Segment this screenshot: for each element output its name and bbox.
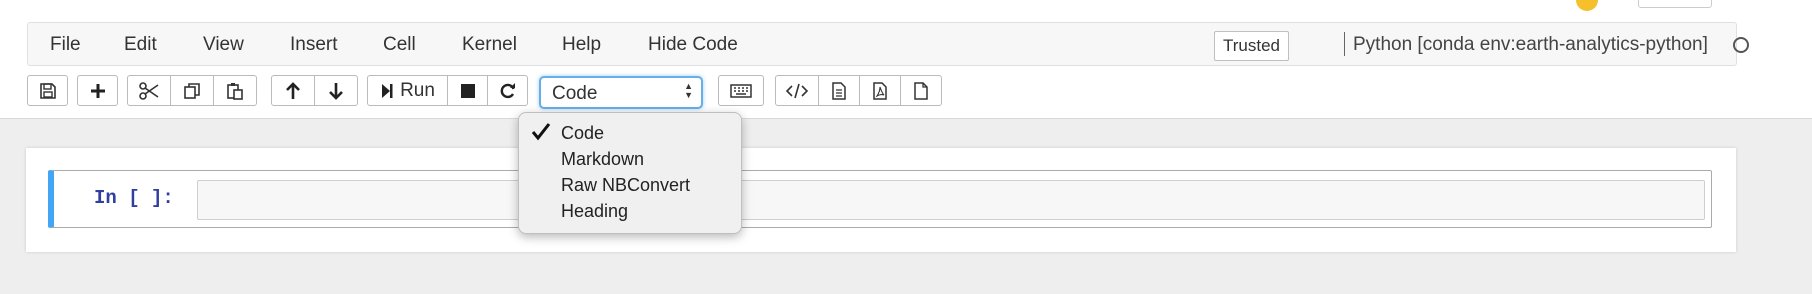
- code-icon: [786, 83, 808, 98]
- move-down-button[interactable]: [314, 75, 358, 106]
- plus-icon: [90, 83, 105, 98]
- input-prompt: In [ ]:: [94, 187, 174, 209]
- cell-type-select[interactable]: Code ▲ ▼: [539, 76, 703, 109]
- run-label: Run: [400, 79, 435, 101]
- dropdown-option-code[interactable]: Code: [561, 123, 604, 144]
- cut-button[interactable]: [127, 75, 171, 106]
- paste-button[interactable]: [213, 75, 257, 106]
- interrupt-button[interactable]: [447, 75, 488, 106]
- copy-icon: [184, 82, 200, 99]
- menubar: File Edit View Insert Cell Kernel Help H…: [27, 22, 1749, 66]
- export-html-button[interactable]: [818, 75, 860, 106]
- menu-hide-code[interactable]: Hide Code: [648, 34, 738, 56]
- menu-cell[interactable]: Cell: [383, 34, 416, 56]
- trusted-indicator[interactable]: Trusted: [1214, 31, 1290, 61]
- dropdown-option-markdown[interactable]: Markdown: [561, 149, 644, 170]
- select-arrows-icon: ▲ ▼: [684, 81, 693, 100]
- menu-view[interactable]: View: [203, 34, 244, 56]
- stop-icon: [460, 83, 475, 98]
- cell-type-value: Code: [552, 83, 598, 104]
- paste-icon: [227, 82, 243, 100]
- kernel-separator: [1344, 32, 1345, 56]
- kernel-name[interactable]: Python [conda env:earth-analytics-python…: [1353, 34, 1708, 56]
- menu-edit[interactable]: Edit: [124, 34, 157, 56]
- pdf-icon: [873, 81, 887, 100]
- step-forward-icon: [382, 83, 393, 98]
- code-input-area[interactable]: [197, 180, 1705, 220]
- notebook-container: In [ ]:: [26, 148, 1736, 252]
- arrow-up-icon: [286, 81, 300, 99]
- keyboard-icon: [730, 83, 752, 98]
- menu-insert[interactable]: Insert: [290, 34, 338, 56]
- new-blank-button[interactable]: [900, 75, 942, 106]
- kernel-status-icon: [1733, 37, 1749, 53]
- logout-button[interactable]: [1638, 0, 1712, 8]
- document-icon: [832, 81, 846, 100]
- notification-icon[interactable]: [1576, 0, 1598, 11]
- export-pdf-button[interactable]: [859, 75, 901, 106]
- menu-file[interactable]: File: [50, 34, 81, 56]
- copy-button[interactable]: [170, 75, 214, 106]
- menu-kernel[interactable]: Kernel: [462, 34, 517, 56]
- scissors-icon: [139, 81, 159, 100]
- command-palette-button[interactable]: [718, 75, 764, 106]
- browser-top-strip: [0, 0, 1812, 20]
- dropdown-option-raw-nbconvert[interactable]: Raw NBConvert: [561, 175, 690, 196]
- save-icon: [39, 82, 56, 99]
- restart-icon: [500, 82, 515, 98]
- show-code-button[interactable]: [775, 75, 819, 106]
- blank-page-icon: [914, 81, 928, 100]
- run-button[interactable]: Run: [367, 75, 448, 106]
- code-cell[interactable]: In [ ]:: [48, 170, 1712, 228]
- cell-type-dropdown-menu: Code Markdown Raw NBConvert Heading: [518, 112, 742, 234]
- checkmark-icon: [531, 123, 551, 141]
- move-up-button[interactable]: [271, 75, 315, 106]
- notebook-header: File Edit View Insert Cell Kernel Help H…: [0, 20, 1812, 119]
- restart-button[interactable]: [487, 75, 528, 106]
- insert-cell-button[interactable]: [77, 75, 118, 106]
- menu-help[interactable]: Help: [562, 34, 601, 56]
- save-button[interactable]: [27, 75, 68, 106]
- dropdown-option-heading[interactable]: Heading: [561, 201, 628, 222]
- arrow-down-icon: [329, 82, 343, 100]
